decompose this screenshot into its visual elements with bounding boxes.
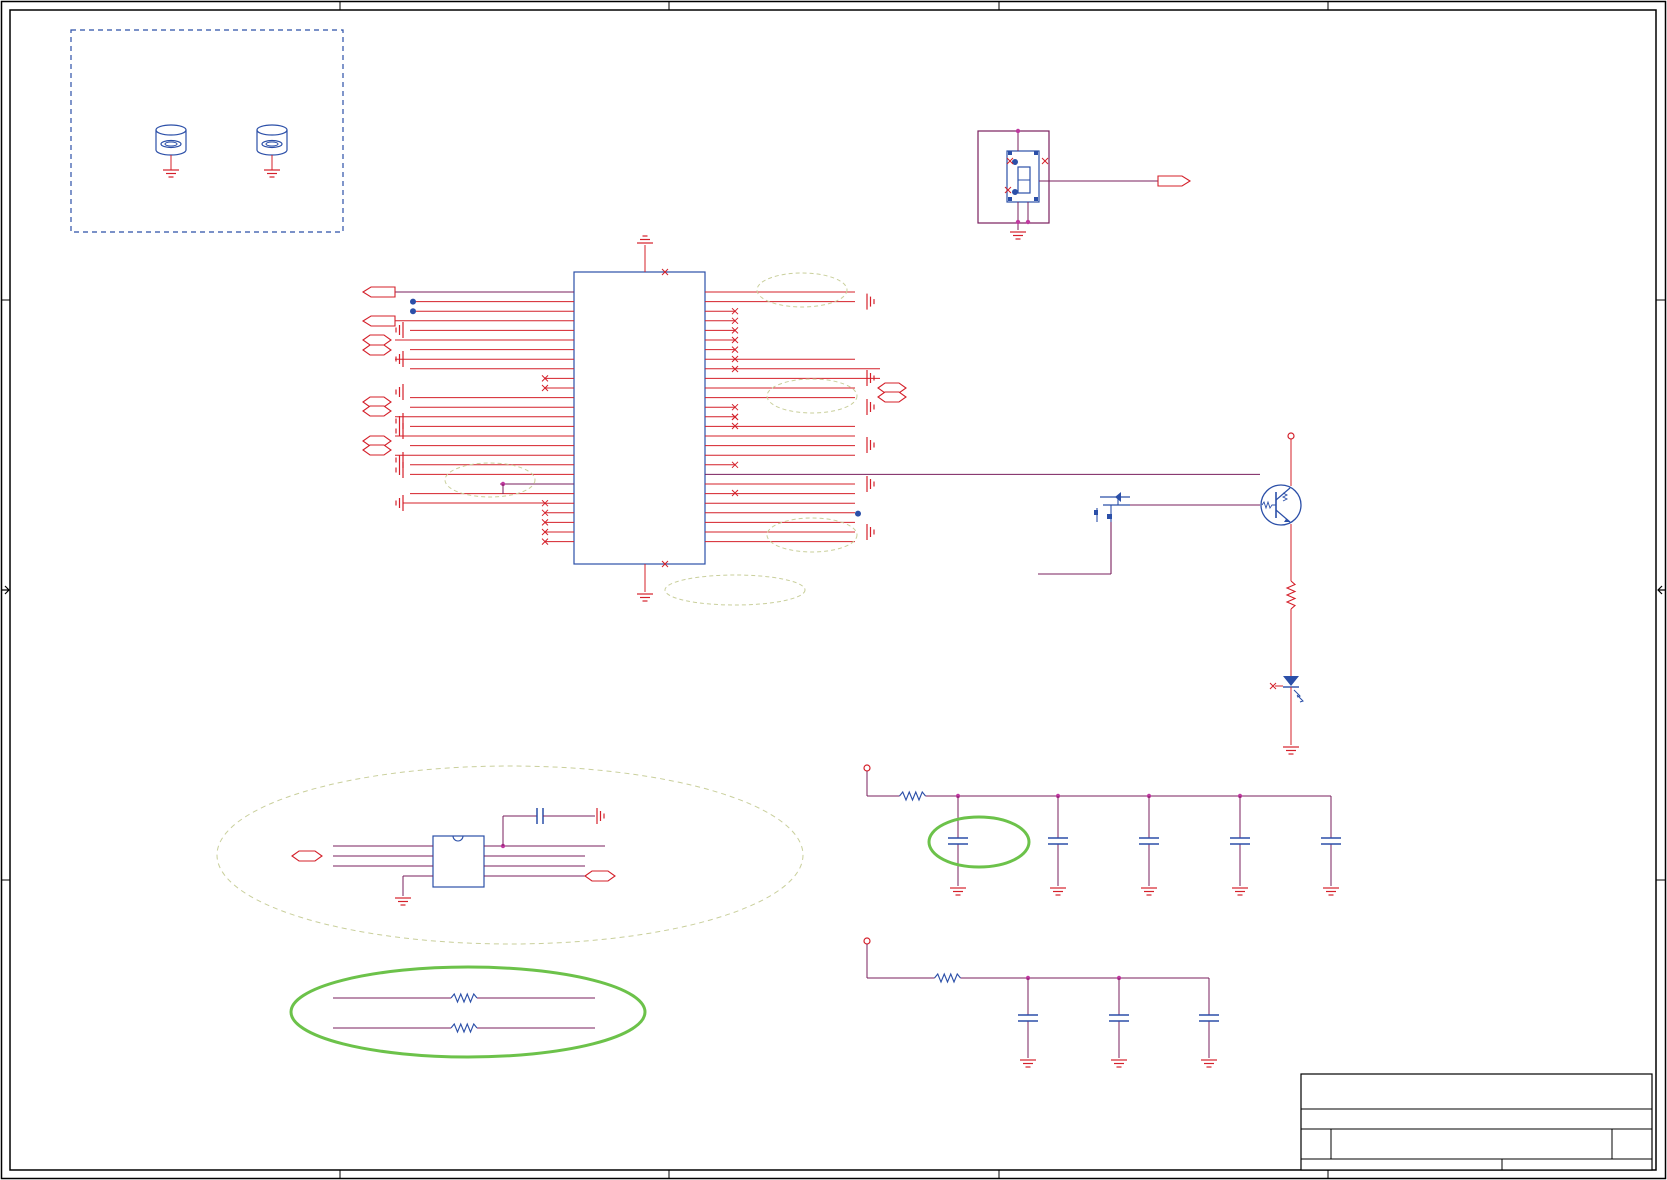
connector-pin-dot [1012, 159, 1018, 165]
connector-pin-dot [1012, 189, 1018, 195]
port-arrow-icon [362, 444, 392, 456]
connector-pad [1034, 197, 1038, 201]
connector-pad [1034, 151, 1038, 155]
connector-pad [1008, 197, 1012, 201]
power-pin-icon [1287, 432, 1295, 440]
port-arrow-icon [361, 286, 396, 298]
port-arrow-icon [362, 334, 392, 346]
sheet-background [0, 0, 1667, 1180]
port-arrow-icon [291, 850, 323, 862]
title-block [1300, 1073, 1653, 1171]
port-arrow-icon [1157, 175, 1192, 187]
junction-dot [1015, 219, 1021, 225]
ic-icon [432, 835, 485, 888]
ic-body [573, 271, 706, 565]
title-block-frame [1300, 1073, 1653, 1171]
junction-dot [410, 298, 416, 305]
schematic-sheet [0, 0, 1667, 1180]
power-pin-icon [863, 937, 871, 945]
port-arrow-icon [584, 870, 616, 882]
junction-dot [855, 510, 861, 517]
mosfet-pad [1107, 514, 1112, 519]
transistor-icon [1260, 484, 1302, 526]
port-arrow-icon [877, 391, 907, 403]
connector-pad [1008, 151, 1012, 155]
port-arrow-icon [362, 405, 392, 417]
junction-dot [1015, 128, 1021, 134]
power-pin-icon [863, 764, 871, 772]
junction-dot [410, 308, 416, 315]
port-arrow-icon [361, 315, 396, 327]
mosfet-pad [1094, 510, 1098, 515]
port-arrow-icon [362, 344, 392, 356]
junction-dot [1025, 219, 1031, 225]
